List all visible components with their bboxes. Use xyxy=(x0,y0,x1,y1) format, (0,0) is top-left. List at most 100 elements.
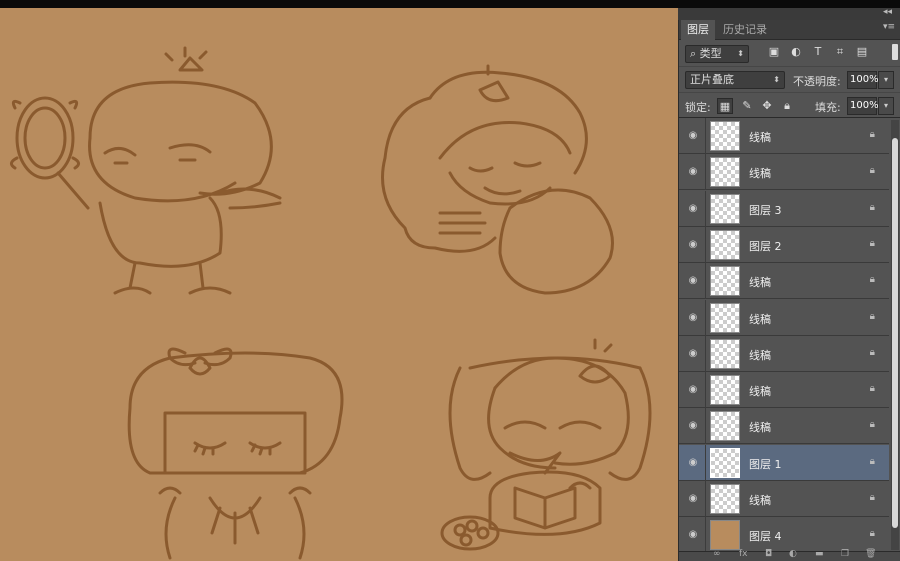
character-blanket xyxy=(381,64,614,295)
layer-name[interactable]: 图层 4 xyxy=(749,528,782,544)
chevron-updown-icon: ⬍ xyxy=(737,49,744,58)
blend-mode-select[interactable]: 正片叠底 ⬍ xyxy=(685,71,785,89)
trash-icon[interactable]: 🗑︎ xyxy=(865,549,876,559)
layer-name[interactable]: 线稿 xyxy=(749,347,771,363)
visibility-eye-icon[interactable]: ◉ xyxy=(686,347,700,361)
panel-tabs: 图层 历史记录 ▾≡ xyxy=(679,20,900,40)
visibility-eye-icon[interactable]: ◉ xyxy=(686,311,700,325)
visibility-eye-icon[interactable]: ◉ xyxy=(686,528,700,542)
layer-row[interactable]: ◉ 线稿 🔒︎ xyxy=(679,118,889,154)
layer-thumbnail[interactable] xyxy=(710,411,740,441)
layer-thumbnail[interactable] xyxy=(710,303,740,333)
layer-lock-icon: 🔒︎ xyxy=(869,492,875,503)
row-divider xyxy=(705,227,706,263)
tab-layers[interactable]: 图层 xyxy=(681,20,715,40)
layer-list: ◉ 线稿 🔒︎ ◉ 线稿 🔒︎ ◉ 图层 3 🔒︎ ◉ 图层 2 🔒︎ ◉ 线稿 🔒︎ ◉ 线稿 🔒︎ ◉ 线稿 🔒︎ ◉… xyxy=(679,118,889,551)
layer-name[interactable]: 线稿 xyxy=(749,383,771,399)
row-divider xyxy=(705,336,706,372)
character-mirror xyxy=(10,46,282,295)
layer-row[interactable]: ◉ 线稿 🔒︎ xyxy=(679,263,889,299)
visibility-eye-icon[interactable]: ◉ xyxy=(686,419,700,433)
layer-row[interactable]: ◉ 线稿 🔒︎ xyxy=(679,300,889,336)
layer-name[interactable]: 图层 2 xyxy=(749,238,782,254)
new-layer-icon[interactable]: ❐ xyxy=(841,549,849,559)
layer-row[interactable]: ◉ 线稿 🔒︎ xyxy=(679,481,889,517)
top-bar xyxy=(0,0,900,8)
row-divider xyxy=(705,263,706,299)
line-art-illustration xyxy=(10,46,652,560)
image-filter-icon[interactable]: ▣ xyxy=(767,45,781,59)
layer-lock-icon: 🔒︎ xyxy=(869,165,875,176)
blend-row: 正片叠底 ⬍ 不透明度: 100% ▾ xyxy=(679,66,900,92)
visibility-eye-icon[interactable]: ◉ xyxy=(686,202,700,216)
shape-filter-icon[interactable]: ⌗ xyxy=(833,45,847,59)
visibility-eye-icon[interactable]: ◉ xyxy=(686,274,700,288)
row-divider xyxy=(705,481,706,517)
panel-menu-icon[interactable]: ▾≡ xyxy=(883,22,895,32)
layer-thumbnail[interactable] xyxy=(710,266,740,296)
layer-row[interactable]: ◉ 线稿 🔒︎ xyxy=(679,372,889,408)
layer-name[interactable]: 线稿 xyxy=(749,165,771,181)
layer-thumbnail[interactable] xyxy=(710,121,740,151)
layer-lock-icon: 🔒︎ xyxy=(869,202,875,213)
layer-thumbnail[interactable] xyxy=(710,520,740,550)
layer-row[interactable]: ◉ 图层 3 🔒︎ xyxy=(679,191,889,227)
opacity-dropdown-button[interactable]: ▾ xyxy=(878,71,894,89)
layer-filter-row: ⌕ 类型 ⬍ ▣ ◐ T ⌗ ▤ xyxy=(679,40,900,66)
layer-name[interactable]: 线稿 xyxy=(749,274,771,290)
layer-row[interactable]: ◉ 图层 2 🔒︎ xyxy=(679,227,889,263)
layer-thumbnail[interactable] xyxy=(710,375,740,405)
layer-thumbnail[interactable] xyxy=(710,448,740,478)
filter-toggle-switch[interactable] xyxy=(892,44,898,60)
smart-object-filter-icon[interactable]: ▤ xyxy=(855,45,869,59)
text-filter-icon[interactable]: T xyxy=(811,45,825,59)
layer-row[interactable]: ◉ 线稿 🔒︎ xyxy=(679,408,889,444)
scrollbar-thumb[interactable] xyxy=(892,138,898,528)
fill-input[interactable]: 100% xyxy=(847,97,879,115)
visibility-eye-icon[interactable]: ◉ xyxy=(686,129,700,143)
layer-row[interactable]: ◉ 图层 1 🔒︎ xyxy=(679,445,889,481)
visibility-eye-icon[interactable]: ◉ xyxy=(686,383,700,397)
layer-lock-icon: 🔒︎ xyxy=(869,274,875,285)
filter-kind-value: 类型 xyxy=(699,47,722,60)
lock-image-pixels-icon[interactable]: ✎ xyxy=(739,98,755,114)
fill-dropdown-button[interactable]: ▾ xyxy=(878,97,894,115)
layer-name[interactable]: 线稿 xyxy=(749,129,771,145)
visibility-eye-icon[interactable]: ◉ xyxy=(686,456,700,470)
document-canvas[interactable] xyxy=(0,8,678,561)
layer-name[interactable]: 线稿 xyxy=(749,492,771,508)
row-divider xyxy=(705,445,706,481)
layer-name[interactable]: 图层 1 xyxy=(749,456,782,472)
layer-row[interactable]: ◉ 线稿 🔒︎ xyxy=(679,336,889,372)
link-icon[interactable]: ∞ xyxy=(713,549,721,559)
layer-name[interactable]: 线稿 xyxy=(749,311,771,327)
visibility-eye-icon[interactable]: ◉ xyxy=(686,165,700,179)
character-bob-hair xyxy=(127,347,344,560)
layer-list-scrollbar[interactable] xyxy=(891,120,899,550)
layer-thumbnail[interactable] xyxy=(710,339,740,369)
layer-thumbnail[interactable] xyxy=(710,230,740,260)
lock-all-icon[interactable]: 🔒︎ xyxy=(779,98,795,114)
collapse-panels-icon[interactable]: ◂◂ xyxy=(883,7,892,17)
tab-history[interactable]: 历史记录 xyxy=(717,20,773,40)
layer-name[interactable]: 图层 3 xyxy=(749,202,782,218)
visibility-eye-icon[interactable]: ◉ xyxy=(686,238,700,252)
layer-row[interactable]: ◉ 线稿 🔒︎ xyxy=(679,154,889,190)
opacity-label: 不透明度: xyxy=(793,75,841,88)
mask-icon[interactable]: ◘ xyxy=(765,549,772,559)
visibility-eye-icon[interactable]: ◉ xyxy=(686,492,700,506)
layer-thumbnail[interactable] xyxy=(710,484,740,514)
layer-row[interactable]: ◉ 图层 4 🔒︎ xyxy=(679,517,889,551)
folder-icon[interactable]: ▬ xyxy=(815,549,824,559)
lock-transparent-pixels-icon[interactable]: ▦ xyxy=(717,98,733,114)
layer-name[interactable]: 线稿 xyxy=(749,419,771,435)
filter-kind-select[interactable]: ⌕ 类型 ⬍ xyxy=(685,45,749,63)
layer-thumbnail[interactable] xyxy=(710,194,740,224)
lock-row: 锁定: ▦ ✎ ✥ 🔒︎ 填充: 100% ▾ xyxy=(679,92,900,118)
opacity-input[interactable]: 100% xyxy=(847,71,879,89)
layer-thumbnail[interactable] xyxy=(710,157,740,187)
fx-icon[interactable]: fx xyxy=(739,549,748,559)
lock-position-icon[interactable]: ✥ xyxy=(759,98,775,114)
adjustment-filter-icon[interactable]: ◐ xyxy=(789,45,803,59)
adjustment-icon[interactable]: ◐ xyxy=(789,549,797,559)
